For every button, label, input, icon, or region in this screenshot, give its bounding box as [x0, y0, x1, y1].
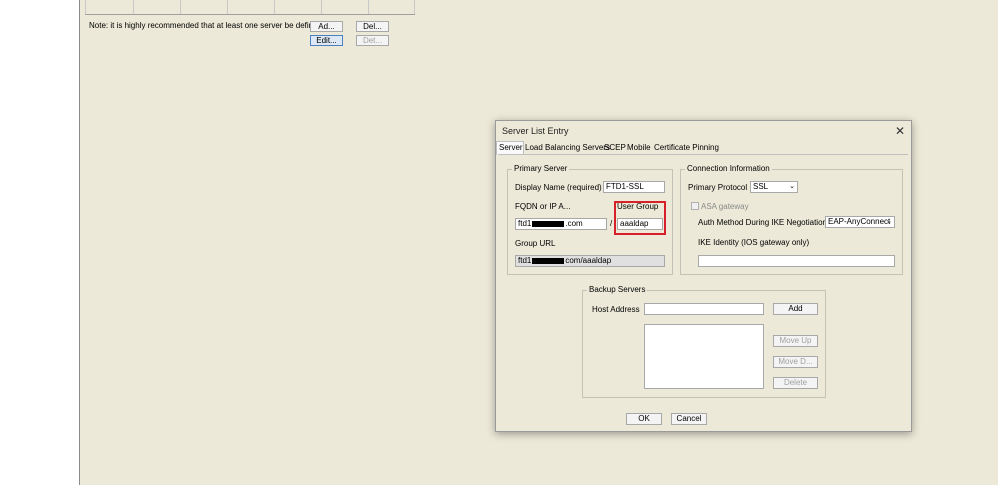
group-url-suffix: com/aaaldap: [565, 256, 612, 265]
table-column: [368, 0, 369, 14]
auth-method-value: EAP-AnyConnect: [828, 217, 891, 226]
host-address-field[interactable]: [644, 303, 764, 315]
redaction-bar: [532, 220, 565, 227]
tab-server[interactable]: Server: [499, 143, 523, 152]
primary-protocol-select[interactable]: SSL ⌄: [750, 181, 798, 193]
fqdn-separator: /: [610, 219, 613, 228]
fqdn-prefix: ftd1: [518, 219, 532, 228]
redaction-bar: [532, 257, 565, 264]
host-address-label: Host Address: [592, 305, 640, 314]
group-url-label: Group URL: [515, 239, 556, 248]
tab-mobile[interactable]: Mobile: [627, 143, 651, 152]
chevron-down-icon: ⌄: [789, 183, 795, 190]
primary-server-label: Primary Server: [512, 164, 570, 173]
table-column: [414, 0, 415, 14]
move-down-button[interactable]: Move D...: [773, 356, 818, 368]
ike-identity-field[interactable]: [698, 255, 895, 267]
tab-load-balancing-servers[interactable]: Load Balancing Servers: [525, 143, 610, 152]
asa-gateway-label: ASA gateway: [701, 202, 749, 211]
cancel-button[interactable]: Cancel: [671, 413, 707, 425]
user-group-highlight: [614, 201, 666, 235]
backup-servers-label: Backup Servers: [587, 285, 648, 294]
tab-scep[interactable]: SCEP: [604, 143, 626, 152]
table-column: [274, 0, 275, 14]
table-column: [85, 0, 86, 14]
primary-protocol-value: SSL: [753, 182, 769, 191]
move-up-button[interactable]: Move Up: [773, 335, 818, 347]
table-column: [133, 0, 134, 14]
primary-protocol-label: Primary Protocol: [688, 183, 748, 192]
add-backup-button[interactable]: Add: [773, 303, 818, 315]
add-server-button[interactable]: Ad...: [310, 21, 343, 32]
delete-server-button[interactable]: Del...: [356, 21, 389, 32]
table-column: [321, 0, 322, 14]
connection-information-label: Connection Information: [685, 164, 772, 173]
fqdn-label: FQDN or IP A...: [515, 202, 571, 211]
display-name-field[interactable]: FTD1-SSL: [603, 181, 665, 193]
group-url-field: ftd1 com/aaaldap: [515, 255, 665, 267]
asa-gateway-checkbox[interactable]: [691, 202, 699, 210]
chevron-down-icon: ⌄: [886, 218, 892, 225]
server-list-table: [85, 0, 415, 15]
tab-divider: [498, 154, 908, 155]
tab-certificate-pinning[interactable]: Certificate Pinning: [654, 143, 719, 152]
display-name-label: Display Name (required): [515, 183, 602, 192]
auth-method-label: Auth Method During IKE Negotiation: [698, 218, 827, 227]
dialog-title: Server List Entry: [502, 126, 569, 136]
fqdn-suffix: .com: [565, 219, 583, 228]
server-list-entry-dialog: Server List Entry ✕ Server Load Balancin…: [495, 120, 912, 432]
close-icon[interactable]: ✕: [895, 124, 905, 138]
server-note: Note: it is highly recommended that at l…: [89, 21, 331, 30]
table-column: [227, 0, 228, 14]
ike-identity-label: IKE Identity (IOS gateway only): [698, 238, 810, 247]
group-url-prefix: ftd1: [518, 256, 532, 265]
details-server-button[interactable]: Det...: [356, 35, 389, 46]
fqdn-field[interactable]: ftd1 .com: [515, 218, 607, 230]
table-column: [180, 0, 181, 14]
backup-servers-list[interactable]: [644, 324, 764, 389]
edit-server-button[interactable]: Edit...: [310, 35, 343, 46]
delete-backup-button[interactable]: Delete: [773, 377, 818, 389]
ok-button[interactable]: OK: [626, 413, 662, 425]
auth-method-select[interactable]: EAP-AnyConnect ⌄: [825, 216, 895, 228]
